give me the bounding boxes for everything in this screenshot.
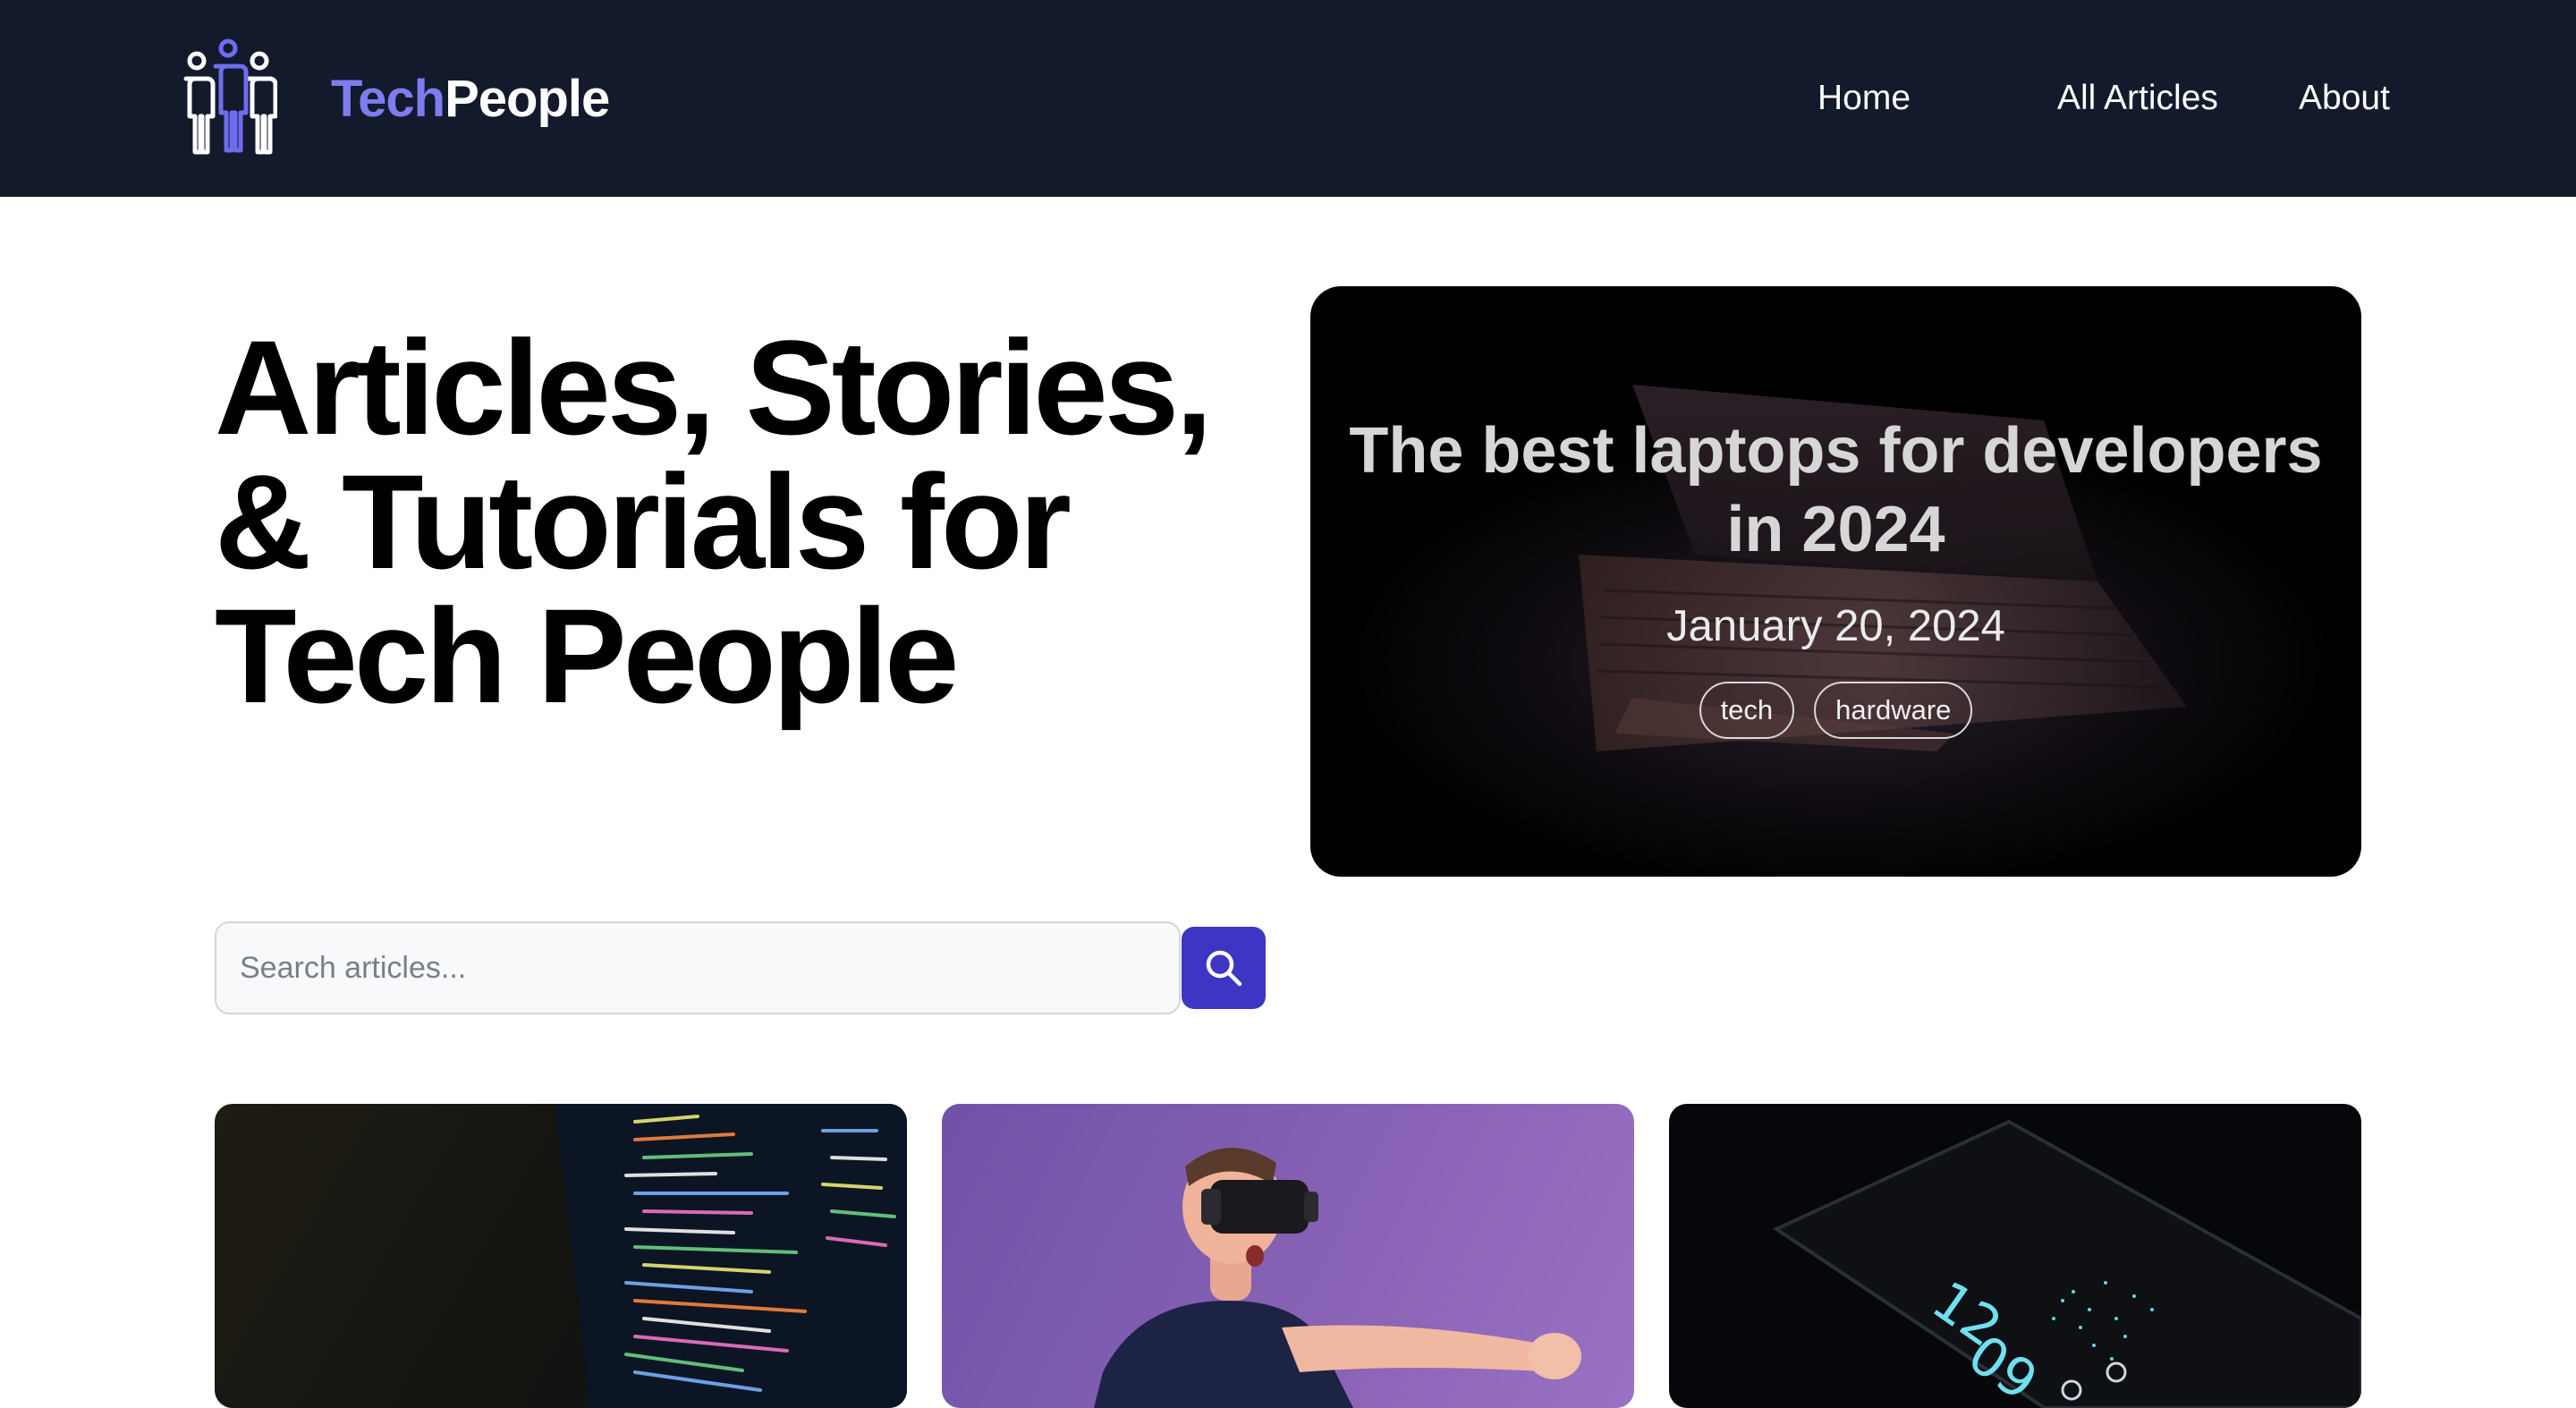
site-header: TechPeople Home All Articles About <box>0 0 2576 197</box>
tag-hardware[interactable]: hardware <box>1814 682 1973 739</box>
featured-article-title[interactable]: The best laptops for developers in 2024 <box>1310 411 2361 569</box>
nav-home[interactable]: Home <box>1818 73 1911 123</box>
tag-tech[interactable]: tech <box>1699 682 1795 739</box>
article-card[interactable]: 12 09 <box>1669 1104 2361 1408</box>
code-screen-image <box>555 1104 907 1408</box>
brand-name-people: People <box>445 69 610 128</box>
article-card[interactable] <box>215 1104 907 1408</box>
vr-headset-image <box>1094 1147 1581 1408</box>
featured-article-card[interactable]: The best laptops for developers in 2024 … <box>1310 286 2361 877</box>
search-icon <box>1206 950 1242 987</box>
brand-name-tech: Tech <box>331 69 445 128</box>
search-button[interactable] <box>1182 927 1266 1009</box>
featured-article-tags: tech hardware <box>1310 682 2361 739</box>
featured-article-date: January 20, 2024 <box>1666 602 2005 650</box>
featured-article-content: The best laptops for developers in 2024 … <box>1310 411 2361 739</box>
brand[interactable]: TechPeople <box>179 38 610 159</box>
smartphone-image: 12 09 <box>1772 1119 2361 1408</box>
nav-all-articles[interactable]: All Articles <box>2057 73 2218 123</box>
search-input[interactable] <box>215 921 1181 1014</box>
article-card[interactable] <box>942 1104 1634 1408</box>
nav-about[interactable]: About <box>2299 73 2390 123</box>
hero-title: Articles, Stories, & Tutorials for Tech … <box>215 312 1213 731</box>
people-logo-icon <box>183 38 277 155</box>
brand-name[interactable]: TechPeople <box>331 69 610 129</box>
